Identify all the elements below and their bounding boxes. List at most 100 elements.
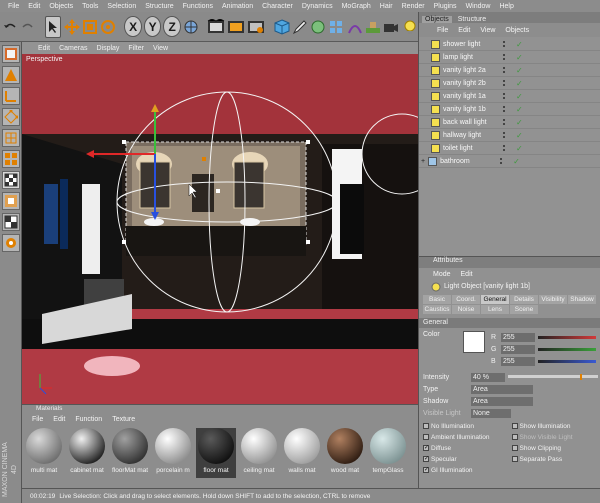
- expand-icon[interactable]: +: [421, 158, 425, 165]
- visibility-dots-icon[interactable]: [503, 41, 513, 47]
- material-swatch[interactable]: cabinet mat: [67, 428, 107, 478]
- tab-lens[interactable]: Lens: [481, 305, 509, 314]
- checkbox-box[interactable]: [511, 434, 518, 440]
- camera-icon[interactable]: [383, 16, 399, 38]
- x-axis-icon[interactable]: X: [124, 16, 142, 37]
- type-select[interactable]: Area: [471, 384, 533, 394]
- material-swatch[interactable]: tempGlass: [368, 428, 408, 478]
- sculpt-icon[interactable]: [2, 213, 20, 231]
- visibility-dots-icon[interactable]: [500, 158, 510, 164]
- checkbox-diffuse[interactable]: ✓ Diffuse: [423, 443, 512, 453]
- cube-icon[interactable]: [273, 16, 290, 38]
- channel-value[interactable]: 255: [501, 344, 535, 354]
- list-item[interactable]: vanity light 2b ✓: [419, 77, 600, 90]
- checker-icon[interactable]: [2, 171, 20, 189]
- enabled-check-icon[interactable]: ✓: [516, 40, 523, 49]
- intensity-slider[interactable]: [508, 374, 598, 380]
- viewport-menu-display[interactable]: Display: [96, 45, 119, 52]
- checkbox-separate-pass[interactable]: Separate Pass: [511, 454, 600, 464]
- render-settings-icon[interactable]: [247, 16, 265, 38]
- enabled-check-icon[interactable]: ✓: [516, 53, 523, 62]
- material-swatch[interactable]: floorMat mat: [110, 428, 150, 478]
- visibility-dots-icon[interactable]: [503, 132, 513, 138]
- enabled-check-icon[interactable]: ✓: [513, 157, 520, 166]
- enabled-check-icon[interactable]: ✓: [516, 131, 523, 140]
- list-item[interactable]: back wall light ✓: [419, 116, 600, 129]
- material-swatch[interactable]: floor mat: [196, 428, 236, 478]
- uv-icon[interactable]: [2, 234, 20, 252]
- list-item[interactable]: vanity light 1b ✓: [419, 103, 600, 116]
- material-swatch[interactable]: porcelain m: [153, 428, 193, 478]
- list-item[interactable]: toilet light ✓: [419, 142, 600, 155]
- list-item[interactable]: shower light ✓: [419, 38, 600, 51]
- checkbox-box[interactable]: ✓: [423, 456, 429, 462]
- enabled-check-icon[interactable]: ✓: [516, 66, 523, 75]
- list-item[interactable]: vanity light 1a ✓: [419, 90, 600, 103]
- enabled-check-icon[interactable]: ✓: [516, 144, 523, 153]
- material-swatch[interactable]: wood mat: [325, 428, 365, 478]
- checkbox-ambient-illumination[interactable]: Ambient Illumination: [423, 432, 512, 442]
- menu-dynamics[interactable]: Dynamics: [302, 3, 333, 10]
- materials-menu-function[interactable]: Function: [75, 416, 102, 423]
- scene-icon[interactable]: [365, 16, 381, 38]
- list-item[interactable]: lamp light ✓: [419, 51, 600, 64]
- enabled-check-icon[interactable]: ✓: [516, 105, 523, 114]
- snap-icon[interactable]: [2, 192, 20, 210]
- edges-icon[interactable]: [2, 129, 20, 147]
- list-item[interactable]: vanity light 2a ✓: [419, 64, 600, 77]
- tab-structure[interactable]: Structure: [455, 16, 489, 23]
- visibility-dots-icon[interactable]: [503, 80, 513, 86]
- move-icon[interactable]: [63, 16, 80, 38]
- tab-objects[interactable]: Objects: [422, 16, 452, 23]
- attributes-menu-edit[interactable]: Edit: [461, 271, 473, 278]
- render-view-icon[interactable]: [207, 16, 225, 38]
- attributes-menu-mode[interactable]: Mode: [433, 271, 451, 278]
- viewport-menu-view[interactable]: View: [153, 45, 168, 52]
- checkbox-show-illumination[interactable]: Show Illumination: [511, 421, 600, 431]
- tab-shadow[interactable]: Shadow: [568, 295, 596, 304]
- checkbox-box[interactable]: [511, 423, 518, 429]
- objects-menu-view[interactable]: View: [480, 27, 495, 34]
- menu-animation[interactable]: Animation: [222, 3, 253, 10]
- tab-basic[interactable]: Basic: [423, 295, 451, 304]
- visibility-dots-icon[interactable]: [503, 145, 513, 151]
- menu-functions[interactable]: Functions: [183, 3, 213, 10]
- viewport-menu-filter[interactable]: Filter: [128, 45, 144, 52]
- deformer-icon[interactable]: [347, 16, 363, 38]
- menu-file[interactable]: File: [8, 3, 19, 10]
- enabled-check-icon[interactable]: ✓: [516, 92, 523, 101]
- menu-structure[interactable]: Structure: [145, 3, 173, 10]
- rotate-icon[interactable]: [100, 16, 116, 38]
- material-swatch[interactable]: ceiling mat: [239, 428, 279, 478]
- axis-icon[interactable]: [2, 87, 20, 105]
- materials-menu-texture[interactable]: Texture: [112, 416, 135, 423]
- viewport-canvas[interactable]: Perspective: [22, 54, 418, 404]
- menu-edit[interactable]: Edit: [28, 3, 40, 10]
- objects-menu-file[interactable]: File: [437, 27, 448, 34]
- tab-scene[interactable]: Scene: [510, 305, 538, 314]
- objects-menu-objects[interactable]: Objects: [505, 27, 529, 34]
- menu-objects[interactable]: Objects: [49, 3, 73, 10]
- tab-noise[interactable]: Noise: [452, 305, 480, 314]
- material-swatch[interactable]: multi mat: [24, 428, 64, 478]
- visibility-dots-icon[interactable]: [503, 106, 513, 112]
- menu-selection[interactable]: Selection: [107, 3, 136, 10]
- menu-window[interactable]: Window: [466, 3, 491, 10]
- menu-tools[interactable]: Tools: [82, 3, 98, 10]
- checkbox-gi-illumination[interactable]: ✓ GI Illumination: [423, 465, 512, 475]
- checkbox-no-illumination[interactable]: No Illumination: [423, 421, 512, 431]
- channel-value[interactable]: 255: [501, 332, 535, 342]
- menu-render[interactable]: Render: [402, 3, 425, 10]
- checkbox-box[interactable]: ✓: [423, 467, 429, 473]
- model-icon[interactable]: [2, 45, 20, 63]
- tab-coord[interactable]: Coord.: [452, 295, 480, 304]
- checkbox-box[interactable]: [511, 445, 518, 451]
- checkbox-box[interactable]: [423, 434, 429, 440]
- redo-icon[interactable]: [20, 16, 36, 38]
- visibility-dots-icon[interactable]: [503, 54, 513, 60]
- checkbox-box[interactable]: ✓: [423, 445, 429, 451]
- tab-general[interactable]: General: [481, 295, 509, 304]
- materials-menu-file[interactable]: File: [32, 416, 43, 423]
- enabled-check-icon[interactable]: ✓: [516, 79, 523, 88]
- checkbox-show-visible-light[interactable]: Show Visible Light: [511, 432, 600, 442]
